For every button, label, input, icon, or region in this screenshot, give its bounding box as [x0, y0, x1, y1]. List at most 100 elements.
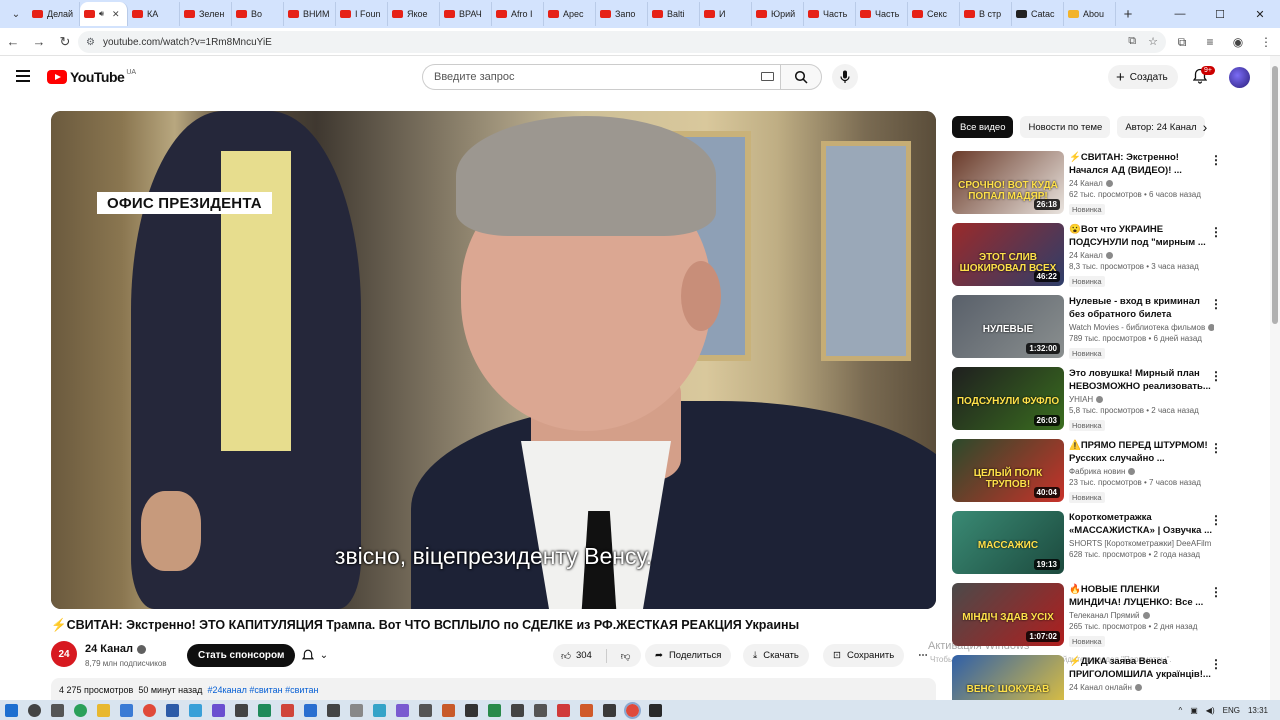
bookmark-star-icon[interactable]: ☆	[1148, 35, 1158, 48]
clock[interactable]: 13:31	[1248, 706, 1268, 715]
keyboard-icon[interactable]	[761, 72, 774, 81]
browser-tab[interactable]: И	[700, 2, 752, 26]
recommended-video-title[interactable]: ⚡СВИТАН: Экстренно! Начался АД (ВИДЕО)! …	[1069, 151, 1214, 177]
recommended-channel[interactable]: 24 Канал	[1069, 179, 1214, 188]
app-icon[interactable]	[327, 703, 340, 717]
explorer-icon[interactable]	[97, 703, 110, 717]
app-icon[interactable]	[235, 703, 248, 717]
recommended-video-title[interactable]: ⚡ДИКА заява Венса ПРИГОЛОМШИЛА українців…	[1069, 655, 1214, 681]
video-thumbnail[interactable]: ПОДСУНУЛИ ФУФЛО 26:03	[952, 367, 1064, 430]
browser-tab[interactable]: Арес	[544, 2, 596, 26]
more-options-icon[interactable]: ⋮	[1210, 657, 1222, 671]
search-input[interactable]: Введите запрос	[422, 64, 780, 90]
browser-tab[interactable]: Секс	[908, 2, 960, 26]
recommended-video-title[interactable]: 😮Вот что УКРАИНЕ ПОДСУНУЛИ под "мирным .…	[1069, 223, 1214, 249]
youtube-logo[interactable]: YouTube UA	[47, 69, 136, 85]
tab-search-icon[interactable]: ⌄	[4, 3, 28, 25]
video-thumbnail[interactable]: НУЛЕВЫЕ 1:32:00	[952, 295, 1064, 358]
browser-tab[interactable]: КА	[128, 2, 180, 26]
media-icon[interactable]: ≡	[1196, 35, 1224, 49]
close-window-icon[interactable]: ✕	[1240, 0, 1280, 28]
app-icon[interactable]	[465, 703, 478, 717]
filter-chip[interactable]: Автор: 24 Канал	[1117, 116, 1205, 138]
app-icon[interactable]	[557, 703, 570, 717]
chrome-icon[interactable]	[143, 703, 156, 717]
account-avatar[interactable]	[1229, 67, 1250, 88]
browser-tab[interactable]: В стр	[960, 2, 1012, 26]
browser-tab[interactable]: Зелен	[180, 2, 232, 26]
maximize-icon[interactable]: ☐	[1200, 0, 1240, 28]
video-description[interactable]: 4 275 просмотров 50 минут назад #24канал…	[51, 678, 936, 702]
voice-search-button[interactable]	[832, 64, 858, 90]
recommended-video[interactable]: НУЛЕВЫЕ 1:32:00 Нулевые - вход в криминал …	[952, 295, 1224, 359]
recommended-video[interactable]: МАССАЖИС 19:13 Короткометражка «МАССАЖИСТК…	[952, 511, 1224, 575]
more-options-icon[interactable]: ⋮	[1210, 225, 1222, 239]
search-button[interactable]	[780, 64, 822, 90]
browser-menu-icon[interactable]: ⋮	[1252, 35, 1280, 49]
network-icon[interactable]: ▣	[1190, 706, 1198, 715]
video-player[interactable]: ОФИС ПРЕЗИДЕНТА звісно, віцепрезиденту В…	[51, 111, 936, 609]
app-icon[interactable]	[580, 703, 593, 717]
windows-start-icon[interactable]	[5, 703, 18, 717]
app-icon[interactable]	[281, 703, 294, 717]
recommended-video[interactable]: ЦЕЛЫЙ ПОЛК ТРУПОВ! 40:04 ⚠️ПРЯМО ПЕРЕД ШТУ…	[952, 439, 1224, 503]
recommended-video[interactable]: ПОДСУНУЛИ ФУФЛО 26:03 Это ловушка! Мирный …	[952, 367, 1224, 431]
task-view-icon[interactable]	[51, 703, 64, 717]
scrollbar-thumb[interactable]	[1272, 66, 1278, 324]
chevron-right-icon[interactable]: ›	[1196, 118, 1214, 136]
browser-tab[interactable]: Часть	[856, 2, 908, 26]
app-icon[interactable]	[603, 703, 616, 717]
url-field[interactable]: ⚙ youtube.com/watch?v=1Rm8MncuYiE ⧉ ☆	[78, 31, 1166, 53]
channel-name-link[interactable]: 24 Канал	[85, 643, 147, 655]
hashtags[interactable]: #24канал #свитан #свитан	[207, 685, 318, 695]
recommended-video-title[interactable]: 🔥НОВЫЕ ПЛЕНКИ МИНДИЧА! ЛУЦЕНКО: Все ...	[1069, 583, 1214, 609]
back-icon[interactable]: ←	[0, 34, 26, 49]
browser-tab[interactable]: Часть	[804, 2, 856, 26]
app-icon[interactable]	[442, 703, 455, 717]
store-icon[interactable]	[120, 703, 133, 717]
tray-chevron-icon[interactable]: ^	[1178, 706, 1182, 715]
browser-tab[interactable]: Юрий	[752, 2, 804, 26]
browser-tab[interactable]: I Foun	[336, 2, 388, 26]
share-button[interactable]: ➦ Поделиться	[645, 644, 732, 667]
save-button[interactable]: ⊡ Сохранить	[823, 644, 905, 667]
more-options-icon[interactable]: ⋮	[1210, 513, 1222, 527]
app-icon[interactable]	[350, 703, 363, 717]
recommended-channel[interactable]: Телеканал Прямий	[1069, 611, 1214, 620]
app-icon[interactable]	[511, 703, 524, 717]
browser-tab[interactable]: 🔊︎ ✕	[80, 2, 128, 26]
dislike-button[interactable]: 👎︎	[613, 644, 639, 667]
video-thumbnail[interactable]: МІНДІЧ ЗДАВ УСІХ 1:07:02	[952, 583, 1064, 646]
app-icon[interactable]	[396, 703, 409, 717]
taskbar-search-icon[interactable]	[28, 703, 41, 717]
app-icon[interactable]	[258, 703, 271, 717]
channel-avatar[interactable]: 24	[51, 641, 77, 667]
browser-tab[interactable]: Запо	[596, 2, 648, 26]
video-thumbnail[interactable]: ЦЕЛЫЙ ПОЛК ТРУПОВ! 40:04	[952, 439, 1064, 502]
browser-tab[interactable]: Catac	[1012, 2, 1064, 26]
extensions-icon[interactable]: ⧉	[1168, 35, 1196, 50]
video-thumbnail[interactable]: СРОЧНО! ВОТ КУДА ПОПАЛ МАДЯР! 26:18	[952, 151, 1064, 214]
recommended-video-title[interactable]: Это ловушка! Мирный план НЕВОЗМОЖНО реал…	[1069, 367, 1214, 393]
browser-tab[interactable]: Balti	[648, 2, 700, 26]
filter-chip[interactable]: Новости по теме	[1020, 116, 1111, 138]
app-icon[interactable]	[488, 703, 501, 717]
profile-icon[interactable]: ◉	[1224, 35, 1252, 49]
recommended-video-title[interactable]: ⚠️ПРЯМО ПЕРЕД ШТУРМОМ! Русских случайно …	[1069, 439, 1214, 465]
recommended-video[interactable]: ЭТОТ СЛИВ ШОКИРОВАЛ ВСЕХ 46:22 😮Вот что УК…	[952, 223, 1224, 287]
close-tab-icon[interactable]: ✕	[112, 9, 120, 20]
sponsor-button[interactable]: Стать спонсором	[187, 644, 296, 667]
recommended-channel[interactable]: 24 Канал онлайн	[1069, 683, 1214, 692]
recommended-channel[interactable]: Watch Movies - библиотека фильмов	[1069, 323, 1214, 332]
browser-tab[interactable]: Якое	[388, 2, 440, 26]
app-icon[interactable]	[189, 703, 202, 717]
edge-icon[interactable]	[74, 703, 87, 717]
page-scrollbar[interactable]	[1270, 56, 1280, 700]
volume-icon[interactable]: ◀)	[1206, 706, 1215, 715]
recommended-video[interactable]: СРОЧНО! ВОТ КУДА ПОПАЛ МАДЯР! 26:18 ⚡СВИТА…	[952, 151, 1224, 215]
recommended-channel[interactable]: SHORTS [Короткометражки] DeeAFilm	[1069, 539, 1214, 548]
more-options-icon[interactable]: ⋮	[1210, 297, 1222, 311]
recommended-video-title[interactable]: Нулевые - вход в криминал без обратного …	[1069, 295, 1214, 321]
new-tab-button[interactable]: +	[1116, 6, 1140, 23]
browser-tab[interactable]: Делай	[28, 2, 80, 26]
